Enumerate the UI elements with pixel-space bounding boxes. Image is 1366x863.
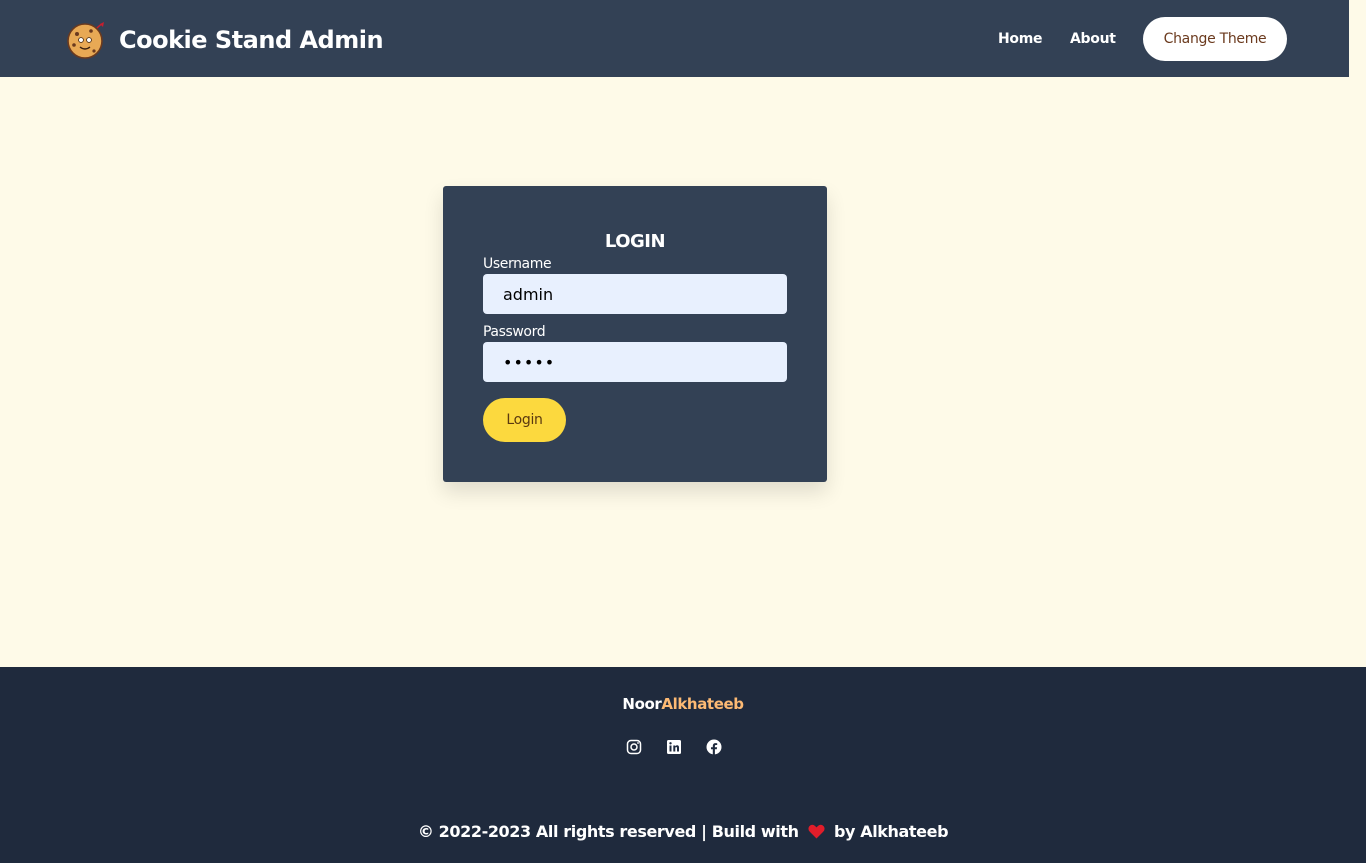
password-label: Password	[483, 324, 546, 340]
top-navbar: Cookie Stand Admin Home About Change The…	[0, 0, 1349, 77]
password-input[interactable]	[483, 342, 787, 382]
brand-last-name: Alkhateeb	[661, 695, 744, 713]
footer: NoorAlkhateeb © 2022-2023 All rights res…	[0, 667, 1366, 863]
brand-first-name: Noor	[622, 695, 662, 713]
change-theme-button[interactable]: Change Theme	[1143, 17, 1287, 61]
copyright-prefix: © 2022-2023 All rights reserved | Build …	[417, 822, 799, 841]
footer-brand: NoorAlkhateeb	[0, 695, 1366, 713]
facebook-icon[interactable]	[706, 739, 722, 755]
username-input[interactable]	[483, 274, 787, 314]
instagram-icon[interactable]	[626, 739, 642, 755]
copyright-suffix: by Alkhateeb	[833, 822, 949, 841]
login-button[interactable]: Login	[483, 398, 566, 442]
heart-icon	[808, 824, 825, 839]
login-title: LOGIN	[604, 231, 666, 252]
nav-about-link[interactable]: About	[1070, 30, 1116, 48]
copyright-text: © 2022-2023 All rights reserved | Build …	[0, 822, 1366, 842]
page-scrollbar[interactable]	[1349, 0, 1366, 77]
nav-home-link[interactable]: Home	[998, 30, 1043, 48]
app-title: Cookie Stand Admin	[119, 26, 384, 54]
login-form: LOGIN Username Password Login	[443, 186, 827, 482]
cookie-mascot-icon[interactable]	[66, 20, 108, 60]
username-label: Username	[483, 256, 552, 272]
linkedin-icon[interactable]	[666, 739, 682, 755]
